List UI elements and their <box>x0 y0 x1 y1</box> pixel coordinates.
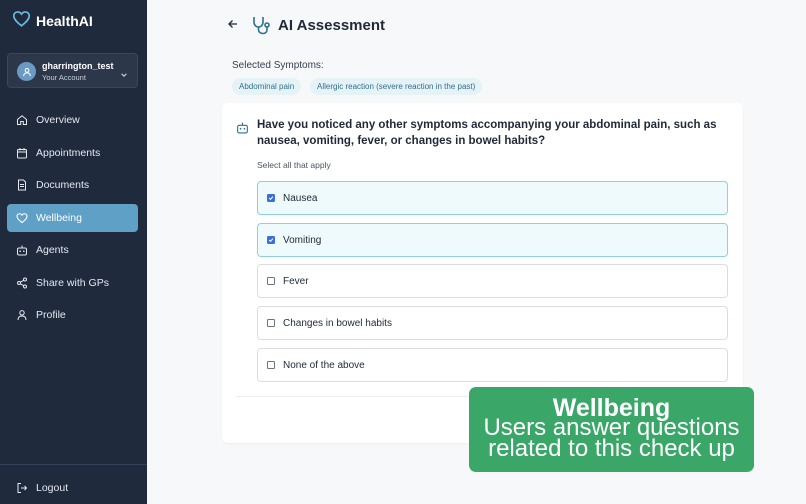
option-vomiting[interactable]: Vomiting <box>257 223 728 257</box>
sidebar-divider <box>0 464 147 465</box>
sidebar-item-appointments[interactable]: Appointments <box>7 139 138 167</box>
option-none-of-the-above[interactable]: None of the above <box>257 348 728 382</box>
banner-text: Users answer questions related to this c… <box>483 414 740 462</box>
sidebar-item-label: Profile <box>36 309 66 321</box>
calendar-icon <box>16 147 28 159</box>
question-text: Have you noticed any other symptoms acco… <box>257 119 717 147</box>
account-subtitle: Your Account <box>42 73 86 82</box>
stethoscope-icon <box>251 15 271 40</box>
chevron-down-icon <box>120 66 128 84</box>
checkbox[interactable] <box>267 236 275 244</box>
sidebar-item-label: Share with GPs <box>36 277 109 289</box>
checkbox[interactable] <box>267 319 275 327</box>
heart-icon <box>16 212 28 224</box>
selected-symptoms-label: Selected Symptoms: <box>232 60 324 71</box>
app-name: HealthAI <box>36 13 93 29</box>
option-nausea[interactable]: Nausea <box>257 181 728 215</box>
symptom-chip: Allergic reaction (severe reaction in th… <box>310 78 483 95</box>
sidebar-item-wellbeing[interactable]: Wellbeing <box>7 204 138 232</box>
sidebar-item-share-with-gps[interactable]: Share with GPs <box>7 269 138 297</box>
arrow-left-icon <box>227 17 239 35</box>
brand[interactable]: HealthAI <box>12 10 93 32</box>
avatar <box>17 62 36 81</box>
logout-icon <box>16 482 28 494</box>
option-label: Vomiting <box>283 234 322 246</box>
robot-icon <box>236 121 249 139</box>
sidebar-item-label: Appointments <box>36 147 101 159</box>
account-username: gharrington_test <box>42 61 114 71</box>
sidebar-item-agents[interactable]: Agents <box>7 236 138 264</box>
sidebar-item-profile[interactable]: Profile <box>7 301 138 329</box>
sidebar-item-documents[interactable]: Documents <box>7 171 138 199</box>
checkbox[interactable] <box>267 194 275 202</box>
sidebar-item-label: Wellbeing <box>36 212 82 224</box>
option-label: Changes in bowel habits <box>283 317 392 329</box>
sidebar-item-overview[interactable]: Overview <box>7 106 138 134</box>
sidebar: HealthAI gharrington_test Your Account O… <box>0 0 147 504</box>
document-icon <box>16 179 28 191</box>
option-label: Nausea <box>283 192 318 204</box>
user-icon <box>16 309 28 321</box>
checkbox[interactable] <box>267 361 275 369</box>
back-button[interactable] <box>225 18 241 34</box>
share-icon <box>16 277 28 289</box>
heart-logo-icon <box>12 10 31 32</box>
page-title: AI Assessment <box>278 17 385 34</box>
sidebar-item-label: Agents <box>36 244 69 256</box>
sidebar-item-label: Overview <box>36 114 80 126</box>
logout-label: Logout <box>36 482 69 494</box>
option-fever[interactable]: Fever <box>257 264 728 298</box>
question-hint: Select all that apply <box>257 160 331 170</box>
symptom-chip: Abdominal pain <box>232 78 302 95</box>
promo-banner: Wellbeing Users answer questions related… <box>469 387 754 472</box>
option-changes-in-bowel-habits[interactable]: Changes in bowel habits <box>257 306 728 340</box>
logout-button[interactable]: Logout <box>7 474 138 502</box>
option-label: Fever <box>283 275 309 287</box>
account-switcher[interactable]: gharrington_test Your Account <box>7 53 138 88</box>
robot-icon <box>16 244 28 256</box>
option-label: None of the above <box>283 359 365 371</box>
sidebar-item-label: Documents <box>36 179 90 191</box>
home-icon <box>16 114 28 126</box>
checkbox[interactable] <box>267 277 275 285</box>
